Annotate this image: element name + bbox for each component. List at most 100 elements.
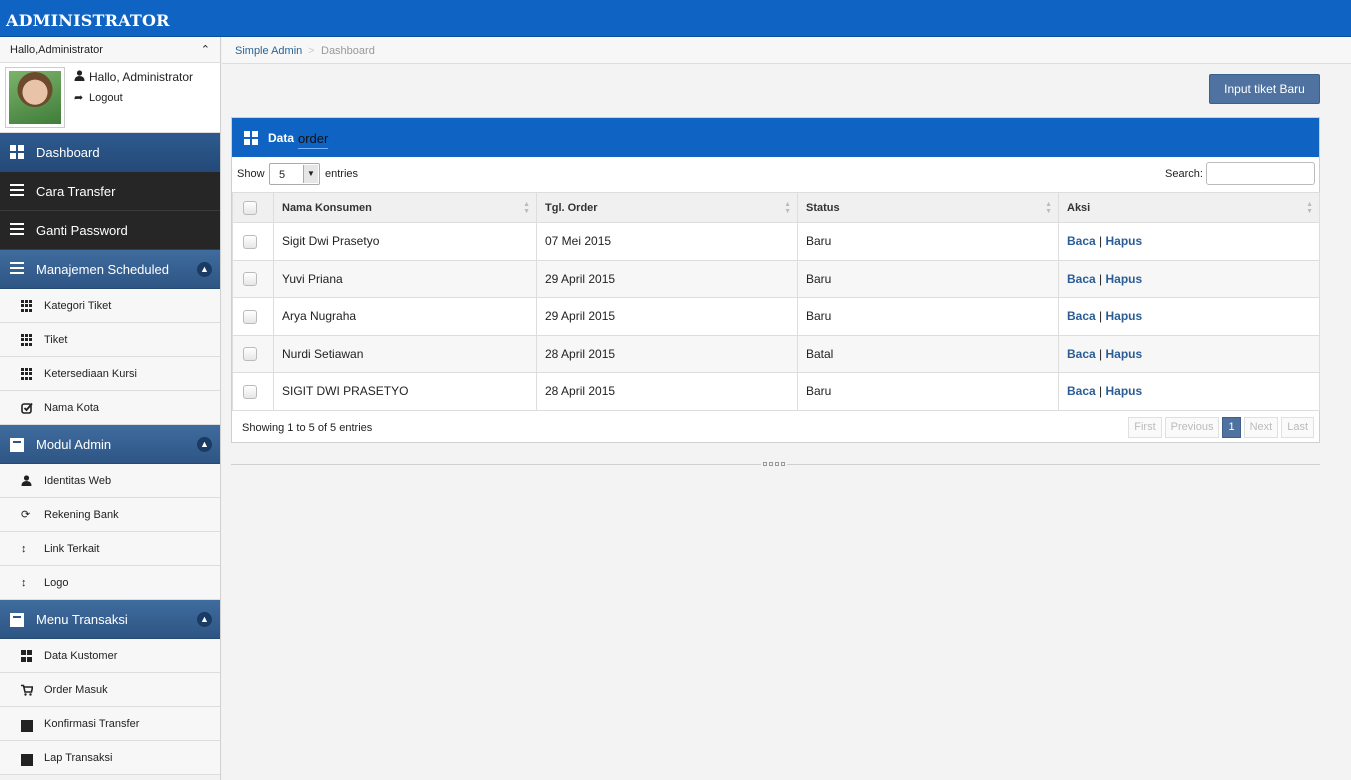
cell-aksi: Baca | Hapus xyxy=(1058,222,1320,261)
sidebar-item-konfirmasi-transfer[interactable]: Konfirmasi Transfer xyxy=(0,707,220,741)
panel-title-tab[interactable]: order xyxy=(298,131,329,149)
hapus-link[interactable]: Hapus xyxy=(1106,272,1143,286)
column-header-tgl-order[interactable]: Tgl. Order ▲ ▼ xyxy=(536,192,798,223)
table-row: SIGIT DWI PRASETYO 28 April 2015 Baru Ba… xyxy=(232,372,1320,411)
sort-icon[interactable]: ▲ ▼ xyxy=(784,201,791,215)
sort-icon[interactable]: ▲ ▼ xyxy=(523,201,530,215)
sidebar-item-label: Menu Transaksi xyxy=(36,612,128,627)
action-separator: | xyxy=(1099,309,1103,324)
sidebar-item-link-terkait[interactable]: ↕ Link Terkait xyxy=(0,532,220,566)
table-row: Yuvi Priana 29 April 2015 Baru Baca | Ha… xyxy=(232,259,1320,298)
column-header-status[interactable]: Status ▲ ▼ xyxy=(797,192,1059,223)
inbox-icon xyxy=(10,438,24,452)
chevron-up-icon[interactable]: ▲ xyxy=(197,437,212,452)
sidebar-item-nama-kota[interactable]: Nama Kota xyxy=(0,391,220,425)
user-icon xyxy=(74,70,86,84)
refresh-icon: ⟳ xyxy=(21,509,31,521)
action-separator: | xyxy=(1099,234,1103,249)
row-checkbox[interactable] xyxy=(243,272,257,287)
sort-icon[interactable]: ▲ ▼ xyxy=(1045,201,1052,215)
sort-icon[interactable]: ▲ ▼ xyxy=(1306,201,1313,215)
sidebar-item-menu-transaksi[interactable]: Menu Transaksi ▲ xyxy=(0,600,220,639)
sidebar-item-label: Data Kustomer xyxy=(44,650,118,662)
row-checkbox[interactable] xyxy=(243,347,257,362)
page-size-select[interactable]: 5 ▼ xyxy=(269,163,320,185)
chevron-up-icon[interactable]: ⌃ xyxy=(201,43,210,56)
logout-link[interactable]: ➦ Logout xyxy=(74,91,123,104)
action-separator: | xyxy=(1099,346,1103,361)
chevron-up-icon[interactable]: ▲ xyxy=(197,262,212,277)
show-label: Show xyxy=(237,168,265,180)
search-input[interactable] xyxy=(1206,162,1315,185)
sidebar-item-tiket[interactable]: Tiket xyxy=(0,323,220,357)
sidebar-item-logo[interactable]: ↕ Logo xyxy=(0,566,220,600)
dashboard-icon xyxy=(244,131,258,145)
hapus-link[interactable]: Hapus xyxy=(1106,347,1143,361)
pager-page-1[interactable]: 1 xyxy=(1222,416,1241,438)
hapus-link[interactable]: Hapus xyxy=(1106,384,1143,398)
resize-vertical-icon: ↕ xyxy=(21,543,27,555)
panel-header: Data order xyxy=(232,118,1319,157)
select-all-checkbox[interactable] xyxy=(243,200,257,215)
sidebar-item-identitas-web[interactable]: Identitas Web xyxy=(0,464,220,498)
baca-link[interactable]: Baca xyxy=(1067,384,1096,398)
sidebar-item-order-masuk[interactable]: Order Masuk xyxy=(0,673,220,707)
table-controls: Show 5 ▼ entries Search: xyxy=(232,157,1319,192)
sidebar-item-cara-transfer[interactable]: Cara Transfer xyxy=(0,172,220,211)
cell-nama: Yuvi Priana xyxy=(273,259,537,298)
sidebar-item-dashboard[interactable]: Dashboard xyxy=(0,133,220,172)
sidebar-item-kategori-tiket[interactable]: Kategori Tiket xyxy=(0,289,220,323)
cell-tgl-order: 29 April 2015 xyxy=(536,297,798,336)
check-square-icon xyxy=(21,402,33,414)
sidebar-item-ganti-password[interactable]: Ganti Password xyxy=(0,211,220,250)
pagination: First Previous 1 Next Last xyxy=(1128,416,1314,438)
baca-link[interactable]: Baca xyxy=(1067,234,1096,248)
cell-status: Baru xyxy=(797,222,1059,261)
sidebar-item-manajemen-scheduled[interactable]: Manajemen Scheduled ▲ xyxy=(0,250,220,289)
cell-aksi: Baca | Hapus xyxy=(1058,372,1320,411)
sidebar-item-label: Lap Transaksi xyxy=(44,752,113,764)
cell-aksi: Baca | Hapus xyxy=(1058,334,1320,373)
sidebar-item-ketersediaan-kursi[interactable]: Ketersediaan Kursi xyxy=(0,357,220,391)
sidebar-item-label: Logo xyxy=(44,577,69,589)
pager-last[interactable]: Last xyxy=(1281,416,1314,438)
avatar xyxy=(5,67,65,128)
column-header-nama[interactable]: Nama Konsumen ▲ ▼ xyxy=(273,192,537,223)
search-label: Search: xyxy=(1165,168,1203,180)
column-label: Tgl. Order xyxy=(545,201,598,214)
pager-first[interactable]: First xyxy=(1128,416,1162,438)
user-panel-header[interactable]: Hallo,Administrator ⌃ xyxy=(0,37,220,63)
row-checkbox[interactable] xyxy=(243,309,257,324)
chevron-up-icon[interactable]: ▲ xyxy=(197,612,212,627)
breadcrumb-home-link[interactable]: Simple Admin xyxy=(235,45,302,57)
column-header-aksi[interactable]: Aksi ▲ ▼ xyxy=(1058,192,1320,223)
row-checkbox[interactable] xyxy=(243,234,257,249)
resize-grip-icon[interactable] xyxy=(761,462,787,466)
chevron-down-icon[interactable]: ▼ xyxy=(303,165,318,183)
row-checkbox[interactable] xyxy=(243,384,257,399)
sidebar-item-label: Ganti Password xyxy=(36,223,128,238)
baca-link[interactable]: Baca xyxy=(1067,347,1096,361)
pager-previous[interactable]: Previous xyxy=(1164,416,1220,438)
cell-tgl-order: 28 April 2015 xyxy=(536,372,798,411)
sidebar-item-modul-admin[interactable]: Modul Admin ▲ xyxy=(0,425,220,464)
baca-link[interactable]: Baca xyxy=(1067,272,1096,286)
user-box: Hallo, Administrator ➦ Logout xyxy=(0,63,220,133)
grid-icon xyxy=(21,334,33,346)
cell-status: Batal xyxy=(797,334,1059,373)
pager-next[interactable]: Next xyxy=(1243,416,1279,438)
cell-aksi: Baca | Hapus xyxy=(1058,297,1320,336)
sidebar-item-rekening-bank[interactable]: ⟳ Rekening Bank xyxy=(0,498,220,532)
row-select-cell xyxy=(232,259,274,298)
baca-link[interactable]: Baca xyxy=(1067,309,1096,323)
sidebar-item-lap-transaksi[interactable]: Lap Transaksi xyxy=(0,741,220,775)
panel-title-bold: Data xyxy=(268,131,295,145)
cell-nama: Arya Nugraha xyxy=(273,297,537,336)
cell-status: Baru xyxy=(797,297,1059,336)
cell-nama: Sigit Dwi Prasetyo xyxy=(273,222,537,261)
row-select-cell xyxy=(232,297,274,336)
input-tiket-baru-button[interactable]: Input tiket Baru xyxy=(1209,74,1320,104)
hapus-link[interactable]: Hapus xyxy=(1106,234,1143,248)
sidebar-item-data-kustomer[interactable]: Data Kustomer xyxy=(0,639,220,673)
hapus-link[interactable]: Hapus xyxy=(1106,309,1143,323)
